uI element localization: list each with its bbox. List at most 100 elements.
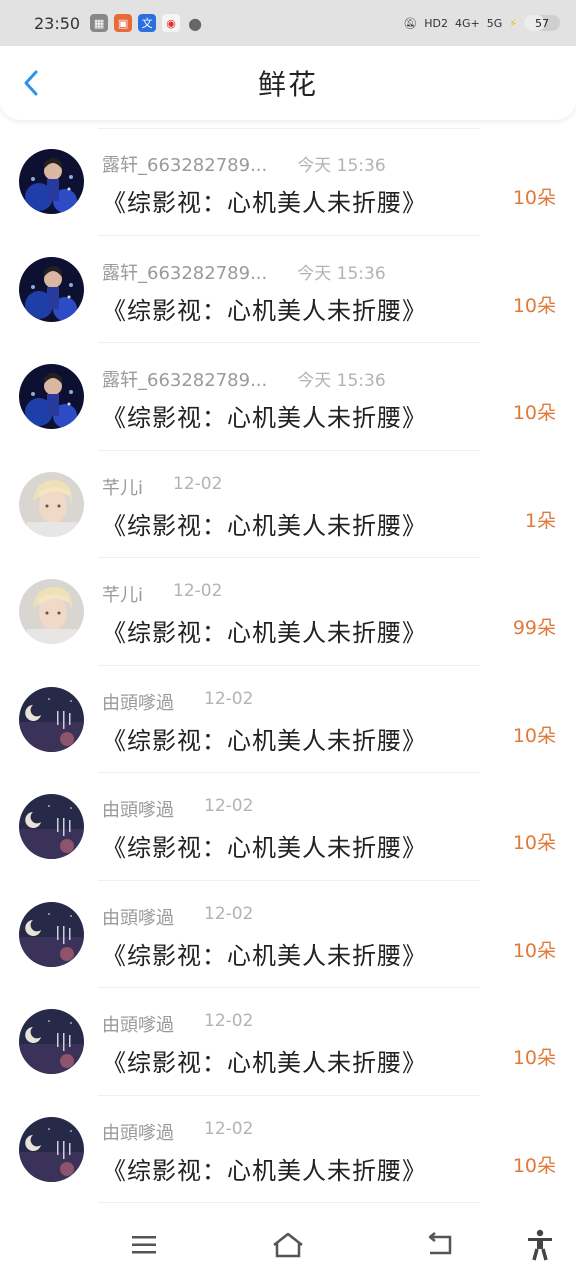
flower-count: 10朵 [512, 939, 556, 962]
username[interactable]: 露轩_663282789... [102, 259, 267, 285]
avatar[interactable] [19, 1009, 84, 1074]
notification-icons: ▦ ▣ 文 ◉ ● [90, 13, 204, 33]
menu-icon [132, 1236, 156, 1254]
list-item[interactable]: 由頭嗲過 12-02 《综影视：心机美人未折腰》 10朵 [0, 1096, 576, 1204]
username[interactable]: 露轩_663282789... [102, 366, 267, 392]
row-info: 露轩_663282789... 今天 15:36 《综影视：心机美人未折腰》 [102, 151, 466, 218]
home-button[interactable] [270, 1228, 306, 1262]
row-meta: 由頭嗲過 12-02 [102, 1011, 466, 1037]
flower-count: 99朵 [512, 617, 556, 639]
mute-icon: 🔕︎ [403, 16, 418, 30]
flower-list: 露轩_663282789... 今天 15:36 《综影视：心机美人未折腰》 10朵露… [0, 128, 576, 1203]
row-meta: 由頭嗲過 12-02 [102, 904, 466, 930]
book-title[interactable]: 《综影视：心机美人未折腰》 [102, 936, 466, 971]
row-meta: 露轩_663282789... 今天 15:36 [102, 366, 466, 392]
accessibility-button[interactable] [522, 1228, 558, 1262]
book-title[interactable]: 《综影视：心机美人未折腰》 [102, 613, 466, 648]
row-info: 露轩_663282789... 今天 15:36 《综影视：心机美人未折腰》 [102, 259, 466, 326]
flower-count: 10朵 [512, 294, 556, 317]
app-notification-icon: ▦ [90, 14, 109, 32]
avatar[interactable] [19, 794, 84, 859]
timestamp: 12-02 [204, 688, 254, 709]
row-info: 由頭嗲過 12-02 《综影视：心机美人未折腰》 [102, 904, 466, 971]
avatar[interactable] [19, 149, 84, 214]
username[interactable]: 芊儿i [102, 474, 143, 500]
timestamp: 12-02 [173, 473, 223, 494]
flower-count: 10朵 [512, 187, 556, 209]
weibo-icon: ◉ [162, 14, 181, 32]
flower-count: 10朵 [512, 402, 556, 424]
menu-button[interactable] [126, 1228, 162, 1262]
avatar[interactable] [19, 364, 84, 429]
list-item[interactable]: 由頭嗲過 12-02 《综影视：心机美人未折腰》 10朵 [0, 881, 576, 989]
book-title[interactable]: 《综影视：心机美人未折腰》 [102, 398, 466, 433]
avatar[interactable] [19, 471, 84, 537]
list-item[interactable]: 由頭嗲過 12-02 《综影视：心机美人未折腰》 10朵 [0, 666, 576, 774]
avatar[interactable] [19, 1116, 84, 1182]
list-item[interactable]: 由頭嗲過 12-02 《综影视：心机美人未折腰》 10朵 [0, 773, 576, 881]
status-bar: 23:50 ▦ ▣ 文 ◉ ● 🔕︎ HD2 4G+ 5G ⚡ 57 [0, 0, 576, 46]
back-button[interactable] [16, 68, 46, 98]
row-info: 由頭嗲過 12-02 《综影视：心机美人未折腰》 [102, 796, 466, 863]
navigation-bar [0, 1210, 576, 1280]
book-title[interactable]: 《综影视：心机美人未折腰》 [102, 1151, 466, 1186]
list-item[interactable]: 露轩_663282789... 今天 15:36 《综影视：心机美人未折腰》 10朵 [0, 128, 576, 236]
book-title[interactable]: 《综影视：心机美人未折腰》 [102, 291, 466, 326]
avatar[interactable] [19, 901, 84, 967]
row-meta: 芊儿i 12-02 [102, 474, 466, 500]
book-title[interactable]: 《综影视：心机美人未折腰》 [102, 828, 466, 863]
list-item[interactable]: 由頭嗲過 12-02 《综影视：心机美人未折腰》 10朵 [0, 988, 576, 1096]
avatar[interactable] [19, 256, 84, 322]
accessibility-icon [528, 1229, 552, 1261]
timestamp: 12-02 [204, 903, 254, 924]
list-item[interactable]: 芊儿i 12-02 《综影视：心机美人未折腰》 1朵 [0, 451, 576, 559]
row-info: 由頭嗲過 12-02 《综影视：心机美人未折腰》 [102, 1119, 466, 1186]
flower-count: 10朵 [512, 724, 556, 747]
battery-icon: 57 [524, 15, 560, 31]
flower-count: 10朵 [512, 1047, 556, 1069]
row-info: 由頭嗲過 12-02 《综影视：心机美人未折腰》 [102, 689, 466, 756]
signal-4g-icon: 4G+ [454, 16, 480, 30]
avatar[interactable] [19, 686, 84, 752]
chevron-left-icon [24, 70, 38, 96]
list-item[interactable]: 芊儿i 12-02 《综影视：心机美人未折腰》 99朵 [0, 558, 576, 666]
username[interactable]: 由頭嗲過 [102, 1011, 174, 1037]
username[interactable]: 露轩_663282789... [102, 151, 267, 177]
back-arrow-icon [428, 1232, 452, 1255]
row-meta: 由頭嗲過 12-02 [102, 796, 466, 822]
username[interactable]: 由頭嗲過 [102, 796, 174, 822]
row-meta: 芊儿i 12-02 [102, 581, 466, 607]
username[interactable]: 由頭嗲過 [102, 1119, 174, 1145]
row-info: 芊儿i 12-02 《综影视：心机美人未折腰》 [102, 474, 466, 541]
timestamp: 今天 15:36 [297, 156, 386, 176]
app-notification-icon: ▣ [114, 14, 133, 32]
status-time: 23:50 [34, 13, 81, 33]
list-item[interactable]: 露轩_663282789... 今天 15:36 《综影视：心机美人未折腰》 10朵 [0, 343, 576, 451]
row-info: 露轩_663282789... 今天 15:36 《综影视：心机美人未折腰》 [102, 366, 466, 433]
signal-5g-icon: 5G [486, 16, 503, 30]
timestamp: 12-02 [204, 1011, 254, 1031]
book-title[interactable]: 《综影视：心机美人未折腰》 [102, 506, 466, 541]
username[interactable]: 芊儿i [102, 581, 143, 607]
message-icon: ● [188, 13, 203, 33]
status-indicators: 🔕︎ HD2 4G+ 5G ⚡ 57 [403, 15, 560, 31]
book-title[interactable]: 《综影视：心机美人未折腰》 [102, 1043, 466, 1078]
row-meta: 露轩_663282789... 今天 15:36 [102, 259, 466, 285]
row-info: 由頭嗲過 12-02 《综影视：心机美人未折腰》 [102, 1011, 466, 1078]
avatar[interactable] [19, 579, 84, 644]
username[interactable]: 由頭嗲過 [102, 689, 174, 715]
timestamp: 12-02 [173, 581, 223, 601]
charging-icon: ⚡ [509, 16, 517, 30]
timestamp: 12-02 [204, 1118, 254, 1139]
back-nav-button[interactable] [422, 1228, 458, 1262]
row-info: 芊儿i 12-02 《综影视：心机美人未折腰》 [102, 581, 466, 648]
username[interactable]: 由頭嗲過 [102, 904, 174, 930]
flower-count: 10朵 [512, 1154, 556, 1177]
flower-count: 1朵 [524, 509, 556, 532]
home-icon [273, 1232, 303, 1258]
translate-app-icon: 文 [138, 14, 157, 32]
book-title[interactable]: 《综影视：心机美人未折腰》 [102, 721, 466, 756]
page-title: 鲜花 [257, 68, 318, 101]
book-title[interactable]: 《综影视：心机美人未折腰》 [102, 183, 466, 218]
list-item[interactable]: 露轩_663282789... 今天 15:36 《综影视：心机美人未折腰》 10朵 [0, 236, 576, 344]
